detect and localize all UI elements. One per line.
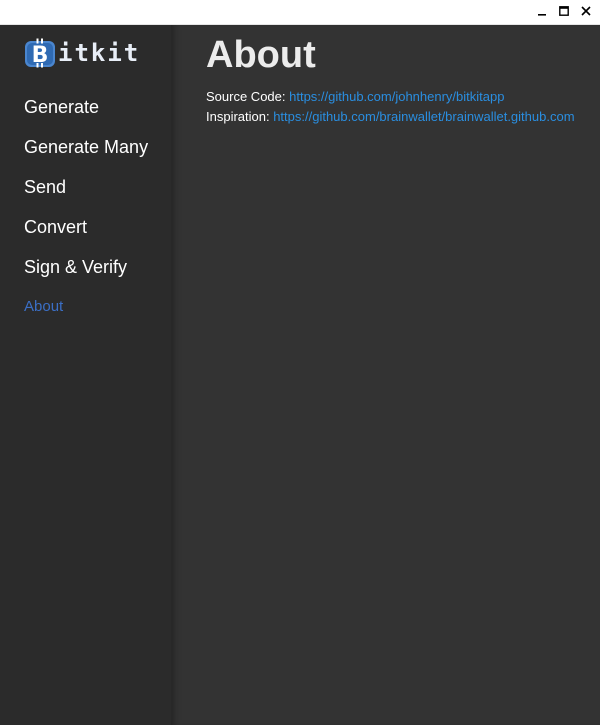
close-button[interactable]: [578, 3, 594, 19]
minimize-button[interactable]: [534, 3, 550, 19]
sidebar-item-generate-many[interactable]: Generate Many: [24, 135, 148, 175]
sidebar-nav: Generate Generate Many Send Convert Sign…: [24, 95, 148, 335]
minimize-icon: [538, 14, 546, 16]
maximize-button[interactable]: [556, 3, 572, 19]
svg-text:B: B: [32, 43, 49, 68]
sidebar: B itkit Generate Generate Many Send Conv…: [0, 25, 171, 725]
bitcoin-logo-icon: B: [25, 38, 55, 68]
inspiration-label: Inspiration:: [206, 109, 274, 124]
sidebar-item-sign-verify[interactable]: Sign & Verify: [24, 255, 148, 295]
about-info: Source Code: https://github.com/johnhenr…: [206, 87, 575, 127]
title-bar: [0, 0, 600, 25]
window-controls: [534, 3, 594, 19]
app-window: B itkit Generate Generate Many Send Conv…: [0, 0, 600, 725]
page-title: About: [206, 34, 316, 76]
sidebar-item-send[interactable]: Send: [24, 175, 148, 215]
main-content: About Source Code: https://github.com/jo…: [171, 25, 600, 725]
sidebar-item-about[interactable]: About: [24, 295, 148, 335]
maximize-icon: [559, 6, 569, 16]
source-code-row: Source Code: https://github.com/johnhenr…: [206, 87, 575, 107]
brand[interactable]: B itkit: [24, 37, 140, 69]
inspiration-link[interactable]: https://github.com/brainwallet/brainwall…: [273, 109, 574, 124]
source-code-link[interactable]: https://github.com/johnhenry/bitkitapp: [289, 89, 504, 104]
sidebar-item-generate[interactable]: Generate: [24, 95, 148, 135]
close-icon: [581, 6, 591, 16]
inspiration-row: Inspiration: https://github.com/brainwal…: [206, 107, 575, 127]
source-code-label: Source Code:: [206, 89, 290, 104]
sidebar-item-convert[interactable]: Convert: [24, 215, 148, 255]
brand-name: itkit: [58, 39, 141, 67]
